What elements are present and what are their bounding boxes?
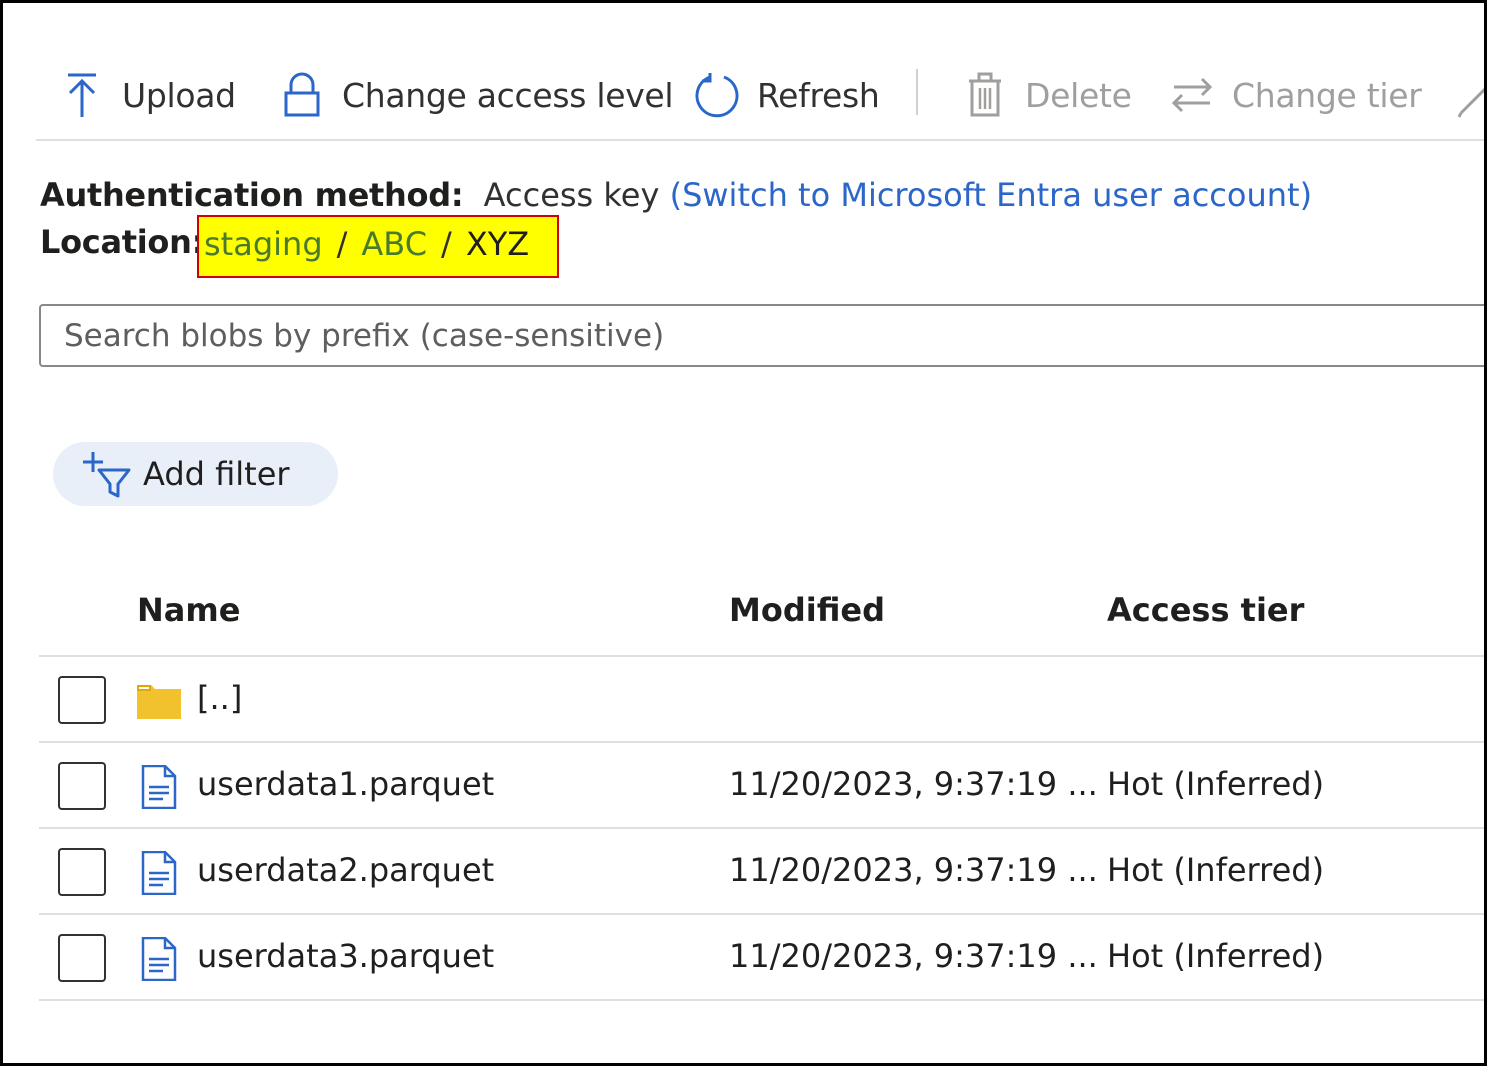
file-icon xyxy=(141,937,177,981)
change-tier-label: Change tier xyxy=(1232,75,1422,115)
breadcrumb-xyz: XYZ xyxy=(465,225,530,263)
add-filter-button[interactable]: Add filter xyxy=(53,442,338,506)
row-name[interactable]: [..] xyxy=(197,679,242,717)
search-box xyxy=(39,304,1484,367)
auth-method-label: Authentication method: xyxy=(40,176,464,214)
table-row[interactable]: userdata3.parquet 11/20/2023, 9:37:19 ..… xyxy=(39,915,1484,1001)
refresh-button[interactable]: Refresh xyxy=(691,65,880,125)
trash-icon xyxy=(959,69,1011,121)
swap-arrows-icon xyxy=(1166,69,1218,121)
pen-icon xyxy=(1449,69,1484,121)
location-label: Location: xyxy=(40,223,205,261)
row-modified: 11/20/2023, 9:37:19 ... xyxy=(729,937,1098,975)
auth-method-line: Authentication method: Access key (Switc… xyxy=(40,176,1312,214)
row-checkbox[interactable] xyxy=(58,848,106,896)
command-bar: Upload Change access level Refresh Delet… xyxy=(36,59,1484,141)
table-row[interactable]: userdata2.parquet 11/20/2023, 9:37:19 ..… xyxy=(39,829,1484,915)
column-header-modified[interactable]: Modified xyxy=(729,591,885,629)
column-header-name[interactable]: Name xyxy=(137,591,240,629)
row-checkbox[interactable] xyxy=(58,934,106,982)
breadcrumb-staging[interactable]: staging xyxy=(204,225,323,263)
breadcrumb-separator: / xyxy=(441,225,452,263)
delete-button[interactable]: Delete xyxy=(959,65,1132,125)
breadcrumb-separator: / xyxy=(336,225,348,263)
upload-button[interactable]: Upload xyxy=(56,65,236,125)
change-access-level-button[interactable]: Change access level xyxy=(276,65,674,125)
auth-method-value: Access key xyxy=(483,176,660,214)
add-filter-label: Add filter xyxy=(143,455,290,493)
refresh-icon xyxy=(691,69,743,121)
table-row[interactable]: userdata1.parquet 11/20/2023, 9:37:19 ..… xyxy=(39,743,1484,829)
breadcrumb-abc[interactable]: ABC xyxy=(361,225,427,263)
lock-icon xyxy=(276,69,328,121)
table-row[interactable]: [..] xyxy=(39,657,1484,743)
folder-icon xyxy=(137,685,181,719)
change-access-label: Change access level xyxy=(342,75,674,115)
row-name[interactable]: userdata1.parquet xyxy=(197,765,494,803)
storage-browser-panel: Upload Change access level Refresh Delet… xyxy=(0,0,1487,1066)
row-access-tier: Hot (Inferred) xyxy=(1107,851,1325,889)
toolbar-divider xyxy=(916,69,918,115)
switch-auth-link[interactable]: (Switch to Microsoft Entra user account) xyxy=(670,176,1312,214)
refresh-label: Refresh xyxy=(757,75,880,115)
column-header-access-tier[interactable]: Access tier xyxy=(1107,591,1304,629)
row-access-tier: Hot (Inferred) xyxy=(1107,937,1325,975)
add-filter-icon xyxy=(81,448,133,500)
delete-label: Delete xyxy=(1025,75,1132,115)
row-name[interactable]: userdata2.parquet xyxy=(197,851,494,889)
row-name[interactable]: userdata3.parquet xyxy=(197,937,494,975)
breadcrumb: staging / ABC / XYZ xyxy=(204,225,529,263)
location-label-wrap: Location: xyxy=(40,223,204,261)
upload-label: Upload xyxy=(122,75,236,115)
row-modified: 11/20/2023, 9:37:19 ... xyxy=(729,851,1098,889)
search-input[interactable] xyxy=(41,306,1484,365)
change-tier-button[interactable]: Change tier xyxy=(1166,65,1422,125)
upload-icon xyxy=(56,69,108,121)
file-icon xyxy=(141,851,177,895)
file-icon xyxy=(141,765,177,809)
more-command-button[interactable] xyxy=(1449,65,1484,125)
row-modified: 11/20/2023, 9:37:19 ... xyxy=(729,765,1098,803)
row-access-tier: Hot (Inferred) xyxy=(1107,765,1325,803)
row-checkbox[interactable] xyxy=(58,676,106,724)
row-checkbox[interactable] xyxy=(58,762,106,810)
